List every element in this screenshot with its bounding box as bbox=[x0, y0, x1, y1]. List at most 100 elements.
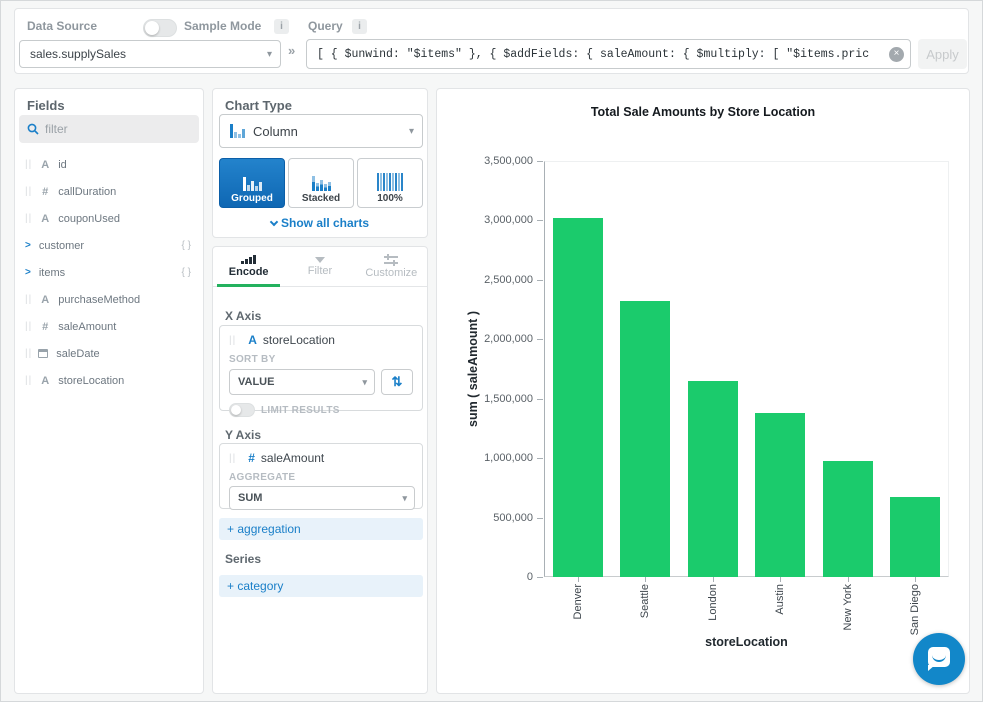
y-tick-mark bbox=[537, 518, 543, 519]
sort-by-select[interactable]: VALUE ▾ bbox=[229, 369, 375, 395]
expand-chevron-icon[interactable]: > bbox=[25, 267, 31, 278]
bar-seattle[interactable] bbox=[620, 301, 670, 577]
expand-chevron-icon[interactable]: > bbox=[25, 240, 31, 251]
grouped-bars-icon bbox=[243, 177, 262, 191]
variant-label: 100% bbox=[377, 193, 403, 204]
data-source-value: sales.supplySales bbox=[30, 47, 126, 61]
filter-funnel-icon bbox=[315, 257, 325, 263]
string-type-icon: A bbox=[38, 294, 52, 306]
tab-encode[interactable]: Encode bbox=[213, 247, 284, 286]
fields-title: Fields bbox=[27, 98, 65, 113]
tab-bar: Encode Filter Customize bbox=[213, 247, 427, 287]
chart-type-select[interactable]: Column ▾ bbox=[219, 114, 423, 148]
field-name: customer bbox=[39, 240, 84, 252]
sample-mode-toggle[interactable] bbox=[143, 19, 177, 37]
info-icon[interactable]: i bbox=[274, 19, 289, 34]
field-row-purchaseMethod[interactable]: ||ApurchaseMethod bbox=[15, 286, 203, 313]
field-row-callDuration[interactable]: ||#callDuration bbox=[15, 178, 203, 205]
query-input[interactable]: [ { $unwind: "$items" }, { $addFields: {… bbox=[306, 39, 911, 69]
add-aggregation-button[interactable]: + aggregation bbox=[219, 518, 423, 540]
variant-label: Stacked bbox=[302, 193, 340, 204]
fields-panel: Fields filter ||Aid || # callDuration ||Acou… bbox=[14, 88, 204, 694]
chart-preview-panel: Total Sale Amounts by Store Location sum… bbox=[436, 88, 970, 694]
bar-san-diego[interactable] bbox=[890, 497, 940, 577]
y-tick-mark bbox=[537, 577, 543, 578]
sort-arrows-icon: ⇅ bbox=[392, 374, 403, 389]
y-tick-mark bbox=[537, 339, 543, 340]
x-tick-mark bbox=[780, 577, 781, 582]
info-icon[interactable]: i bbox=[352, 19, 367, 34]
chevron-down-icon bbox=[270, 218, 278, 226]
string-type-icon: A bbox=[38, 159, 52, 171]
field-name: items bbox=[39, 267, 65, 279]
sample-mode-label: Sample Mode bbox=[184, 19, 261, 33]
drag-handle-icon: || bbox=[229, 335, 236, 346]
field-row-saleAmount[interactable]: ||#saleAmount bbox=[15, 313, 203, 340]
y-tick-mark bbox=[537, 280, 543, 281]
variant-grouped-button[interactable]: Grouped bbox=[219, 158, 285, 208]
chevron-down-icon: ▾ bbox=[362, 377, 367, 388]
number-type-icon: # bbox=[38, 186, 52, 198]
field-name: callDuration bbox=[58, 186, 116, 198]
apply-button[interactable]: Apply bbox=[918, 39, 967, 69]
x-axis-field[interactable]: || A storeLocation bbox=[229, 333, 413, 347]
field-name: id bbox=[58, 159, 67, 171]
bar-denver[interactable] bbox=[553, 218, 603, 577]
drag-handle-icon: || bbox=[25, 321, 32, 332]
sort-direction-button[interactable]: ⇅ bbox=[381, 369, 413, 395]
y-tick-mark bbox=[537, 399, 543, 400]
x-axis-title: storeLocation bbox=[544, 635, 949, 649]
query-value: [ { $unwind: "$items" }, { $addFields: {… bbox=[317, 48, 869, 61]
series-heading: Series bbox=[225, 552, 261, 566]
string-type-icon: A bbox=[248, 333, 257, 347]
aggregate-select[interactable]: SUM ▾ bbox=[229, 486, 415, 510]
chat-launcher-button[interactable] bbox=[913, 633, 965, 685]
field-row-saleDate[interactable]: ||saleDate bbox=[15, 340, 203, 367]
clear-query-icon[interactable]: × bbox=[889, 47, 904, 62]
y-axis-field[interactable]: || # saleAmount bbox=[229, 451, 413, 465]
filter-placeholder: filter bbox=[45, 122, 68, 136]
x-axis-card: || A storeLocation SORT BY VALUE ▾ ⇅ LIM… bbox=[219, 325, 423, 411]
y-tick-mark bbox=[537, 220, 543, 221]
search-icon bbox=[27, 123, 39, 135]
field-row-couponUsed[interactable]: ||AcouponUsed bbox=[15, 205, 203, 232]
field-row-id[interactable]: ||Aid bbox=[15, 151, 203, 178]
hundred-percent-bars-icon bbox=[377, 173, 403, 191]
x-tick-mark bbox=[848, 577, 849, 582]
variant-stacked-button[interactable]: Stacked bbox=[288, 158, 354, 208]
pipeline-chevrons-icon: » bbox=[288, 43, 295, 58]
variant-100-button[interactable]: 100% bbox=[357, 158, 423, 208]
field-name: saleAmount bbox=[58, 321, 116, 333]
top-bar: Data Source Sample Mode i Query i sales.… bbox=[14, 8, 969, 74]
x-tick-mark bbox=[645, 577, 646, 582]
show-all-charts-link[interactable]: Show all charts bbox=[213, 216, 427, 230]
add-category-button[interactable]: + category bbox=[219, 575, 423, 597]
bar-new-york[interactable] bbox=[823, 461, 873, 577]
object-braces-icon: { } bbox=[182, 267, 191, 278]
field-row-storeLocation[interactable]: ||AstoreLocation bbox=[15, 367, 203, 394]
y-tick-label: 1,000,000 bbox=[439, 452, 533, 464]
y-tick-label: 3,500,000 bbox=[439, 155, 533, 167]
bar-austin[interactable] bbox=[755, 413, 805, 577]
x-axis-heading: X Axis bbox=[225, 309, 261, 323]
y-tick-label: 500,000 bbox=[439, 512, 533, 524]
tab-filter[interactable]: Filter bbox=[284, 247, 355, 286]
field-row-customer[interactable]: >customer{ } bbox=[15, 232, 203, 259]
mongodb-charts-builder: Data Source Sample Mode i Query i sales.… bbox=[0, 0, 983, 702]
tab-customize[interactable]: Customize bbox=[356, 247, 427, 286]
field-row-items[interactable]: > items { } bbox=[15, 259, 203, 286]
string-type-icon: A bbox=[38, 213, 52, 225]
data-source-label: Data Source bbox=[27, 19, 97, 33]
limit-results-toggle[interactable] bbox=[229, 403, 255, 417]
number-type-icon: # bbox=[248, 451, 255, 465]
query-label: Query bbox=[308, 19, 343, 33]
calendar-icon bbox=[38, 349, 48, 358]
x-tick-mark bbox=[578, 577, 579, 582]
y-tick-label: 1,500,000 bbox=[439, 393, 533, 405]
data-source-select[interactable]: sales.supplySales ▾ bbox=[19, 40, 281, 68]
chevron-down-icon: ▾ bbox=[402, 493, 407, 504]
encode-panel: Encode Filter Customize X Axis || A stor… bbox=[212, 246, 428, 694]
bar-london[interactable] bbox=[688, 381, 738, 577]
field-filter-input[interactable]: filter bbox=[19, 115, 199, 143]
y-tick-label: 3,000,000 bbox=[439, 214, 533, 226]
